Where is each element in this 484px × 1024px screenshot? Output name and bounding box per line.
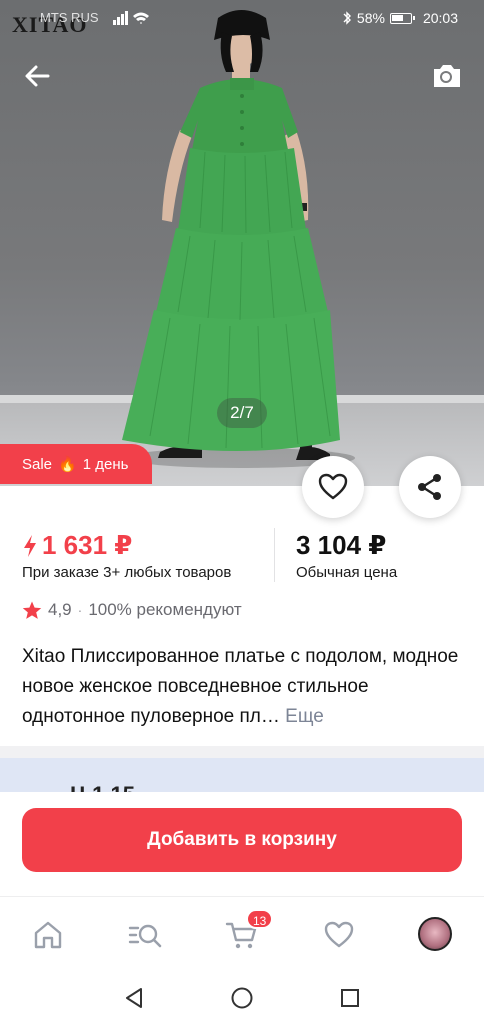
system-back-button[interactable] — [120, 984, 148, 1012]
signal-wifi-icon — [113, 11, 149, 25]
add-to-cart-button[interactable]: Добавить в корзину — [22, 808, 462, 872]
section-separator — [0, 746, 484, 758]
regular-price-note: Обычная цена — [296, 564, 398, 581]
recommend-text: 100% рекомендуют — [88, 600, 242, 619]
product-title-text: Xitao Плиссированное платье с подолом, м… — [22, 646, 459, 727]
nav-favorites[interactable] — [319, 915, 359, 955]
favorites-icon — [324, 921, 354, 948]
profile-avatar[interactable] — [418, 917, 452, 951]
battery-icon — [389, 12, 415, 24]
cta-area: Добавить в корзину — [0, 792, 484, 896]
image-counter: 2/7 — [217, 398, 267, 428]
rating-row[interactable]: 4,9 · 100% рекомендуют — [22, 600, 242, 620]
regular-price-value: 3 104 ₽ — [296, 530, 387, 560]
more-link[interactable]: Еще — [285, 706, 324, 727]
star-icon — [22, 601, 42, 619]
clock: 20:03 — [422, 10, 458, 26]
carrier-label: MTS RUS — [40, 10, 99, 25]
home-icon — [34, 921, 62, 949]
system-recents-button[interactable] — [336, 984, 364, 1012]
flash-icon — [24, 534, 36, 557]
share-icon — [418, 474, 441, 500]
rating-score: 4,9 — [48, 600, 72, 619]
promo-price-note: При заказе 3+ любых товаров — [22, 564, 232, 581]
promo-price-value: 1 631 ₽ — [42, 530, 133, 560]
back-triangle-icon — [126, 988, 142, 1008]
product-title[interactable]: Xitao Плиссированное платье с подолом, м… — [22, 642, 462, 732]
bottom-nav: 13 — [0, 896, 484, 970]
price-divider — [274, 528, 275, 582]
next-section-card: Ц 1 15 — [0, 758, 484, 794]
back-arrow-icon — [25, 65, 50, 87]
camera-search-button[interactable] — [428, 58, 464, 94]
home-circle-icon — [231, 987, 253, 1009]
cart-count-badge: 13 — [246, 909, 274, 929]
sale-duration: 1 день — [82, 455, 129, 473]
share-button[interactable] — [399, 456, 461, 518]
sale-label: Sale — [22, 455, 53, 473]
product-image-gallery[interactable]: XITAO MTS RUS 58% 20:03 2/7 — [0, 0, 484, 486]
heart-icon — [318, 473, 348, 500]
separator-dot: · — [77, 602, 83, 618]
status-bar: XITAO MTS RUS 58% 20:03 — [0, 0, 484, 38]
favorite-button[interactable] — [302, 456, 364, 518]
search-catalog-icon — [128, 924, 162, 948]
nav-home[interactable] — [28, 915, 68, 955]
promo-price: 1 631 ₽ — [22, 530, 132, 561]
battery-percent: 58% — [356, 10, 385, 26]
system-home-button[interactable] — [228, 984, 256, 1012]
camera-icon — [434, 65, 460, 87]
sale-badge: Sale 🔥 1 день — [0, 444, 152, 484]
recents-square-icon — [341, 989, 359, 1007]
back-button[interactable] — [20, 58, 56, 94]
flame-icon: 🔥 — [58, 456, 77, 473]
nav-catalog[interactable] — [125, 915, 165, 955]
bluetooth-icon — [343, 11, 351, 25]
system-navigation-bar — [0, 970, 484, 1024]
